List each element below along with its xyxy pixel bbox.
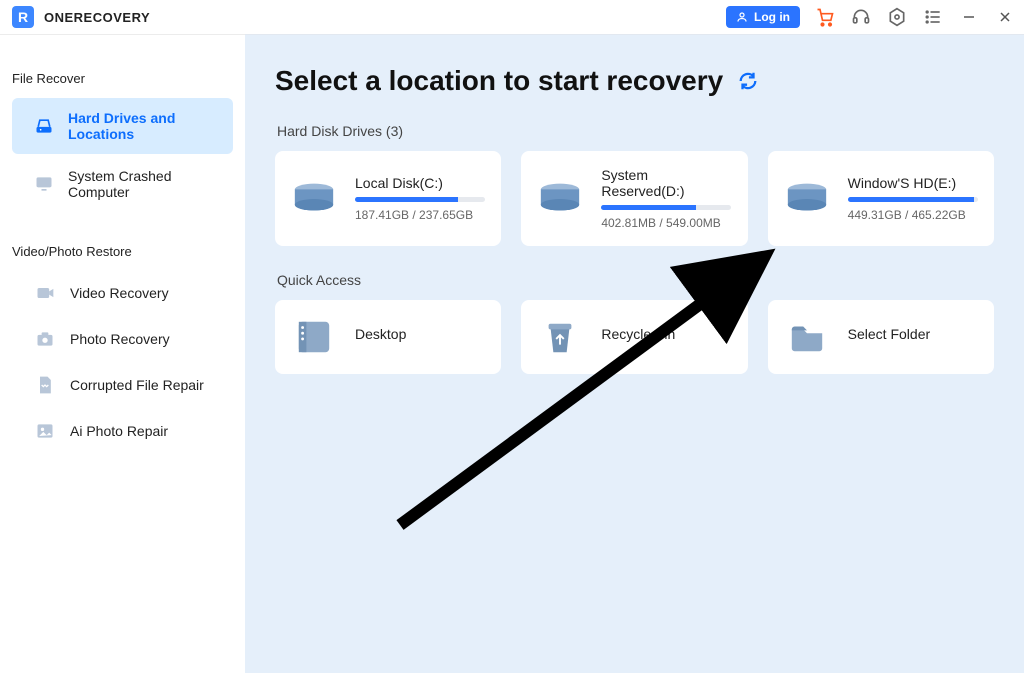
section-drives-label: Hard Disk Drives (3) [277,123,992,139]
video-icon [34,283,56,303]
sidebar: File Recover Hard Drives and Locations S… [0,34,245,673]
drive-fill-d [601,205,696,210]
sidebar-item-label: Photo Recovery [70,331,170,347]
camera-icon [34,329,56,349]
cart-icon[interactable] [814,6,836,28]
menu-list-icon[interactable] [922,6,944,28]
hard-drive-icon [535,178,585,220]
sidebar-item-hard-drives[interactable]: Hard Drives and Locations [12,98,233,154]
computer-icon [34,174,54,194]
sidebar-item-video[interactable]: Video Recovery [12,271,233,315]
brand-logo-icon: R [12,6,34,28]
quick-access-row: Desktop Recycle Bin Select Folder [275,300,994,374]
sidebar-item-aiphoto[interactable]: Ai Photo Repair [12,409,233,453]
brand-logo-text: R [18,9,28,25]
quick-recycle-card[interactable]: Recycle Bin [521,300,747,374]
login-label: Log in [754,10,790,24]
section-quick-label: Quick Access [277,272,992,288]
page-title-row: Select a location to start recovery [275,65,994,97]
sidebar-item-corrupt[interactable]: Corrupted File Repair [12,363,233,407]
sidebar-item-label: Hard Drives and Locations [68,110,221,142]
hard-drive-icon [289,178,339,220]
window-minimize-button[interactable] [958,6,980,28]
title-bar: R ONERECOVERY Log in [0,0,1024,34]
card-body: Window'S HD(E:) 449.31GB / 465.22GB [848,175,980,222]
hard-drive-icon [782,178,832,220]
drive-fill-e [848,197,974,202]
drive-icon [34,116,54,136]
recycle-bin-icon [535,316,585,358]
sidebar-section-file: File Recover [0,63,245,96]
drive-name: System Reserved(D:) [601,167,733,199]
sidebar-item-label: Corrupted File Repair [70,377,204,393]
drive-card-d[interactable]: System Reserved(D:) 402.81MB / 549.00MB [521,151,747,246]
drive-fill-c [355,197,458,202]
drive-cards-row: Local Disk(C:) 187.41GB / 237.65GB Syste… [275,151,994,246]
sidebar-item-photo[interactable]: Photo Recovery [12,317,233,361]
page-title: Select a location to start recovery [275,65,723,97]
quick-folder-card[interactable]: Select Folder [768,300,994,374]
quick-name: Recycle Bin [601,326,733,342]
drive-progress [601,205,731,210]
title-actions: Log in [726,6,1016,28]
folder-icon [782,316,832,358]
brand-name: ONERECOVERY [44,10,150,25]
drive-usage: 187.41GB / 237.65GB [355,208,487,222]
drive-name: Local Disk(C:) [355,175,487,191]
quick-desktop-card[interactable]: Desktop [275,300,501,374]
sidebar-section-media: Video/Photo Restore [0,236,245,269]
card-body: System Reserved(D:) 402.81MB / 549.00MB [601,167,733,230]
quick-name: Desktop [355,326,487,342]
desktop-icon [289,316,339,358]
login-button[interactable]: Log in [726,6,800,28]
drive-usage: 402.81MB / 549.00MB [601,216,733,230]
sidebar-item-label: Ai Photo Repair [70,423,168,439]
drive-progress [848,197,978,202]
drive-name: Window'S HD(E:) [848,175,980,191]
file-broken-icon [34,375,56,395]
quick-name: Select Folder [848,326,980,342]
card-body: Local Disk(C:) 187.41GB / 237.65GB [355,175,487,222]
hex-settings-icon[interactable] [886,6,908,28]
sidebar-item-label: System Crashed Computer [68,168,221,200]
window-close-button[interactable] [994,6,1016,28]
drive-progress [355,197,485,202]
sidebar-item-label: Video Recovery [70,285,169,301]
drive-card-c[interactable]: Local Disk(C:) 187.41GB / 237.65GB [275,151,501,246]
brand: R ONERECOVERY [12,6,150,28]
sidebar-item-crashed[interactable]: System Crashed Computer [12,156,233,212]
drive-card-e[interactable]: Window'S HD(E:) 449.31GB / 465.22GB [768,151,994,246]
main-pane: Select a location to start recovery Hard… [245,34,1024,673]
ai-photo-icon [34,421,56,441]
refresh-button[interactable] [737,70,759,92]
drive-usage: 449.31GB / 465.22GB [848,208,980,222]
headset-icon[interactable] [850,6,872,28]
